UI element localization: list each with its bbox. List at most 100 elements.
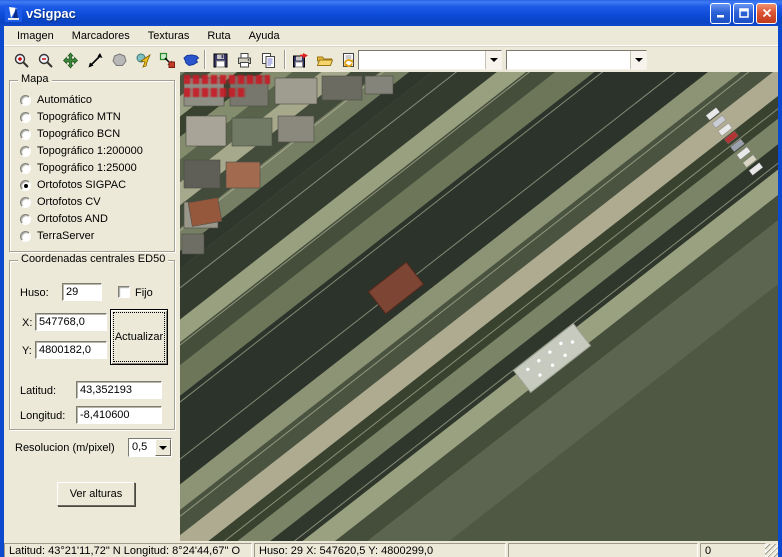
chevron-down-icon[interactable]	[485, 51, 501, 69]
radio-icon[interactable]	[20, 128, 31, 140]
menu-ayuda[interactable]: Ayuda	[240, 28, 289, 44]
fijo-checkbox[interactable]	[118, 286, 130, 298]
radio-icon[interactable]	[20, 196, 31, 208]
window-title: vSigpac	[26, 5, 76, 21]
radio-label: Topográfico BCN	[37, 128, 121, 140]
minimize-button[interactable]	[710, 2, 731, 24]
move-selection-icon	[159, 52, 175, 68]
resolution-label: Resolucion (m/pixel)	[15, 442, 115, 454]
radio-icon[interactable]	[20, 111, 31, 123]
actualizar-button[interactable]: Actualizar	[110, 309, 168, 365]
radio-automatico[interactable]: Automático	[20, 93, 92, 107]
print-button[interactable]	[233, 49, 256, 71]
measure-arrow-icon	[88, 52, 103, 67]
status-utm: Huso: 29 X: 547620,5 Y: 4800299,0	[254, 543, 506, 557]
resolution-value: 0,5	[132, 441, 148, 453]
menu-bar: Imagen Marcadores Texturas Ruta Ayuda	[4, 26, 778, 46]
minimize-icon	[716, 15, 724, 18]
x-label: X:	[22, 317, 33, 329]
chevron-down-icon[interactable]	[630, 51, 646, 69]
radio-ortofotos-cv[interactable]: Ortofotos CV	[20, 195, 101, 209]
layer-combo-value	[359, 51, 485, 69]
radio-icon[interactable]	[20, 94, 31, 106]
huso-label: Huso:	[20, 287, 49, 299]
print-icon	[238, 52, 251, 67]
close-button[interactable]	[756, 2, 777, 24]
app-icon	[5, 4, 22, 22]
radio-topografico-bcn[interactable]: Topográfico BCN	[20, 127, 120, 141]
aerial-photo	[180, 72, 778, 541]
maximize-button[interactable]	[733, 2, 754, 24]
chevron-down-icon[interactable]	[155, 439, 171, 456]
zoom-in-button[interactable]	[10, 49, 33, 71]
window-border-right	[778, 26, 782, 557]
radio-icon[interactable]	[20, 230, 31, 242]
sidebar: Mapa Automático Topográfico MTN Topográf…	[4, 72, 180, 541]
zoom-out-button[interactable]	[34, 49, 57, 71]
toolbar	[4, 46, 778, 72]
menu-imagen[interactable]: Imagen	[8, 28, 63, 44]
title-bar[interactable]: vSigpac	[0, 0, 782, 26]
menu-marcadores[interactable]: Marcadores	[63, 28, 139, 44]
latitud-label: Latitud:	[20, 385, 57, 397]
radio-ortofotos-sigpac[interactable]: Ortofotos SIGPAC	[20, 178, 126, 192]
huso-input[interactable]	[62, 283, 102, 301]
radio-topografico-25000[interactable]: Topográfico 1:25000	[20, 161, 137, 175]
resize-grip[interactable]	[765, 544, 778, 557]
pan-icon	[63, 51, 78, 69]
mapa-group-title: Mapa	[18, 73, 52, 85]
coords-group: Coordenadas centrales ED50 Huso: Fijo X:…	[9, 253, 175, 430]
y-input[interactable]	[35, 341, 107, 359]
radio-label: Automático	[37, 94, 93, 106]
pan-button[interactable]	[59, 49, 82, 71]
spain-map-button[interactable]	[180, 49, 203, 71]
menu-ruta[interactable]: Ruta	[198, 28, 239, 44]
measure-arrow-button[interactable]	[84, 49, 107, 71]
export-image-button[interactable]	[289, 49, 312, 71]
radio-icon[interactable]	[20, 179, 31, 191]
x-input[interactable]	[35, 313, 107, 331]
radio-icon[interactable]	[20, 213, 31, 225]
mapa-group: Mapa Automático Topográfico MTN Topográf…	[9, 73, 175, 252]
coords-group-title: Coordenadas centrales ED50	[18, 253, 169, 265]
radio-label: Topográfico 1:25000	[37, 162, 137, 174]
fijo-label: Fijo	[135, 287, 153, 299]
status-empty	[508, 543, 698, 557]
move-selection-button[interactable]	[156, 49, 179, 71]
copy-icon	[262, 52, 275, 68]
radio-topografico-200000[interactable]: Topográfico 1:200000	[20, 144, 143, 158]
status-counter: 0	[700, 543, 766, 557]
copy-button[interactable]	[257, 49, 280, 71]
radio-icon[interactable]	[20, 145, 31, 157]
radio-ortofotos-and[interactable]: Ortofotos AND	[20, 212, 108, 226]
close-icon	[762, 8, 771, 18]
radio-topografico-mtn[interactable]: Topográfico MTN	[20, 110, 121, 124]
layer-combo[interactable]	[358, 50, 502, 70]
status-bar: Latitud: 43°21'11,72" N Longitud: 8°24'4…	[4, 541, 778, 557]
status-latlon: Latitud: 43°21'11,72" N Longitud: 8°24'4…	[4, 543, 252, 557]
menu-texturas[interactable]: Texturas	[139, 28, 199, 44]
radio-icon[interactable]	[20, 162, 31, 174]
radio-label: TerraServer	[37, 230, 95, 242]
polygon-icon	[112, 52, 127, 66]
polygon-button[interactable]	[108, 49, 131, 71]
app-window: vSigpac Imagen Marcadores Texturas Ruta …	[0, 0, 782, 557]
reload-button[interactable]	[337, 49, 360, 71]
marker-combo-value	[507, 51, 630, 69]
latitud-input[interactable]	[76, 381, 162, 399]
save-button[interactable]	[209, 49, 232, 71]
radio-terraserver[interactable]: TerraServer	[20, 229, 94, 243]
y-label: Y:	[22, 345, 32, 357]
export-image-icon	[293, 52, 308, 67]
map-viewport[interactable]	[180, 72, 778, 541]
save-icon	[213, 53, 228, 67]
marker-combo[interactable]	[506, 50, 647, 70]
open-folder-button[interactable]	[313, 49, 336, 71]
resolution-select[interactable]: 0,5	[128, 438, 172, 457]
ver-alturas-button[interactable]: Ver alturas	[57, 482, 135, 506]
map-watermark	[184, 75, 270, 101]
radio-label: Topográfico 1:200000	[37, 145, 143, 157]
longitud-input[interactable]	[76, 406, 162, 424]
toolbar-separator	[284, 50, 286, 69]
select-pointer-button[interactable]	[132, 49, 155, 71]
